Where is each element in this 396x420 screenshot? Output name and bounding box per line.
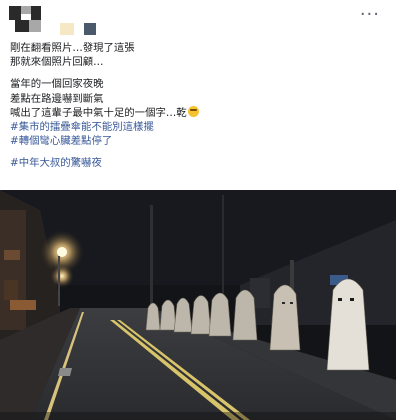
post-header: ···	[0, 0, 396, 40]
post-line: 喊出了這輩子最中氣十足的一個字…乾	[10, 105, 390, 120]
post-photo[interactable]	[0, 190, 396, 420]
night-street-scene	[0, 190, 396, 420]
grimacing-face-icon	[187, 105, 199, 117]
author-name[interactable]	[52, 9, 112, 35]
hashtag-link[interactable]: #中年大叔的驚嚇夜	[10, 156, 390, 170]
post-line: 剛在翻看照片…發現了這張	[10, 42, 135, 54]
post-line: 當年的一個回家夜晚	[10, 78, 104, 91]
avatar[interactable]	[9, 6, 41, 32]
post-line-text: 喊出了這輩子最中氣十足的一個字…乾	[10, 106, 187, 119]
hashtag-link[interactable]: #轉個彎心臟差點停了	[10, 134, 390, 148]
post-line: 差點在路邊嚇到斷氣	[10, 92, 104, 105]
more-dots-icon[interactable]: ···	[360, 4, 380, 25]
hashtag-link[interactable]: #集市的擂疊傘能不能別這樣擺	[10, 120, 390, 134]
post-body: 剛在翻看照片…發現了這張 那就來個照片回顧… 當年的一個回家夜晚 差點在路邊嚇到…	[10, 41, 390, 171]
post-line: 那就來個照片回顧…	[10, 56, 104, 69]
